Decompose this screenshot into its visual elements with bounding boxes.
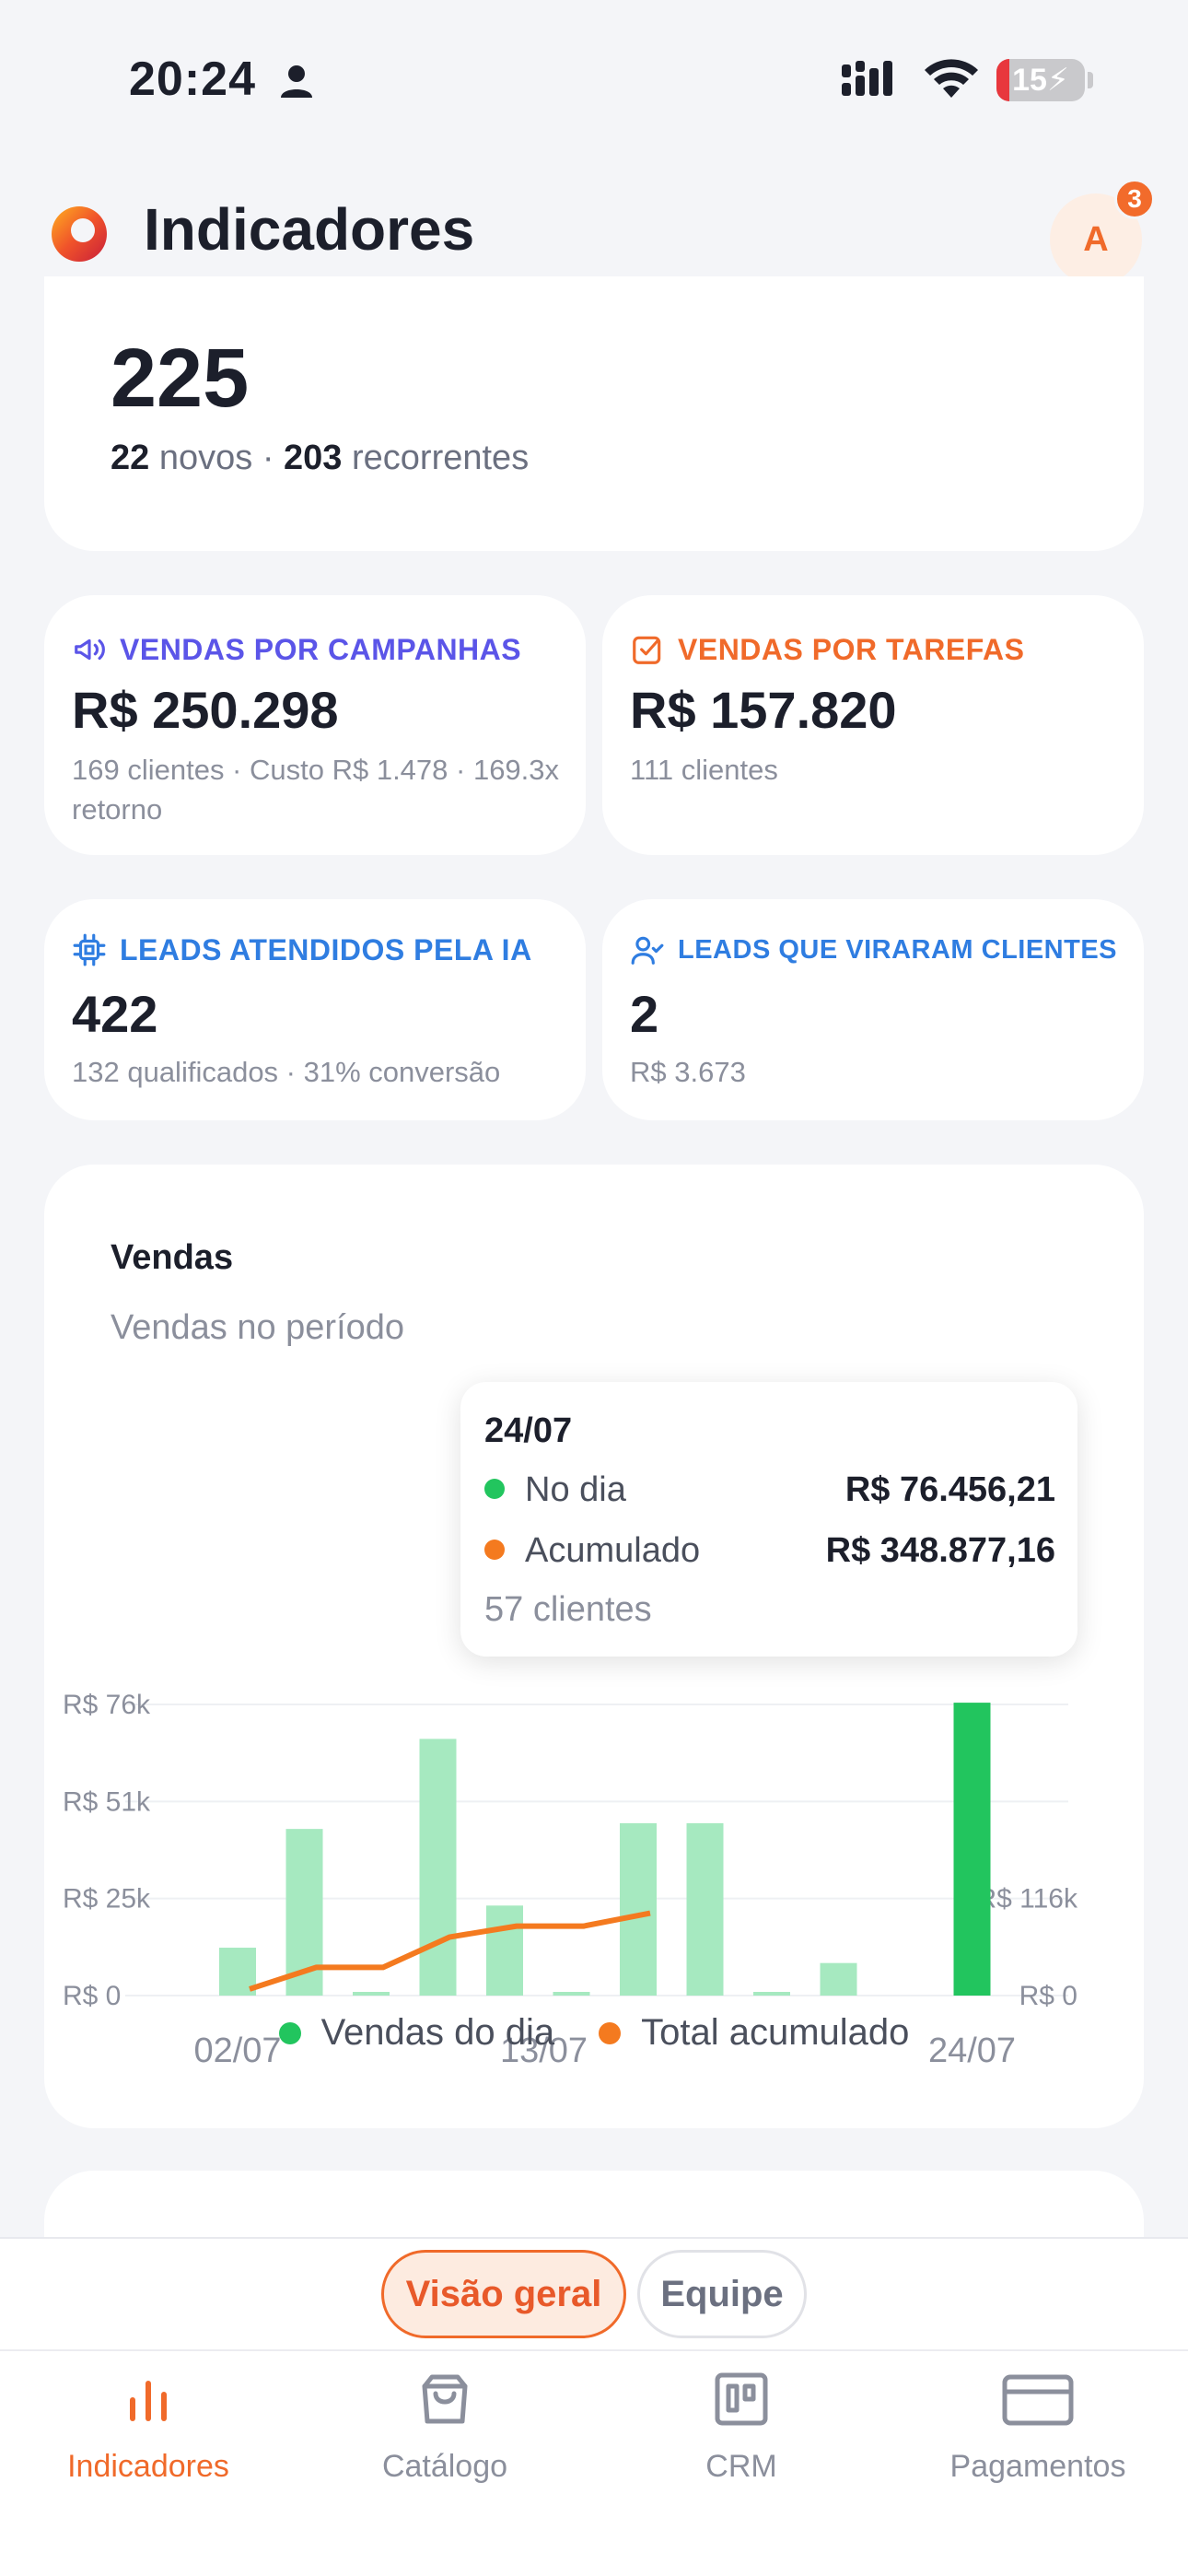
stat-value-tasks: R$ 157.820 <box>630 681 897 739</box>
segment-team[interactable]: Equipe <box>637 2250 807 2338</box>
stat-sub-campaigns: 169 clientes · Custo R$ 1.478 · 169.3x r… <box>72 754 560 825</box>
megaphone-icon <box>75 638 105 661</box>
status-bar: 20:24 15⚡ <box>0 0 1188 157</box>
new-clients-label: novos <box>158 439 253 477</box>
bar <box>820 1962 857 1996</box>
total-clients: 225 <box>111 333 250 425</box>
tooltip-accumulated-value: R$ 348.877,16 <box>825 1531 1055 1570</box>
tooltip-accumulated-row: Acumulado R$ 348.877,16 <box>484 1531 1055 1571</box>
battery-tip <box>1088 72 1093 88</box>
bar <box>553 1992 590 1996</box>
person-icon <box>281 65 312 98</box>
page-title: Indicadores <box>144 196 475 263</box>
tab-crm[interactable]: CRM <box>593 2370 890 2485</box>
stat-card-campaigns[interactable]: VENDAS POR CAMPANHAS R$ 250.298 169 clie… <box>44 595 586 855</box>
bar <box>686 1822 724 1996</box>
sales-chart-card: Vendas Vendas no período R$ 0 R$ 25k R$ 51… <box>44 1165 1144 2128</box>
new-clients-count: 22 <box>111 439 150 477</box>
tooltip-day-dot <box>484 1478 505 1499</box>
tab-catalogo[interactable]: Catálogo <box>297 2370 593 2485</box>
bar <box>353 1992 390 1996</box>
y-left-tick-label: R$ 25k <box>63 1884 151 1914</box>
kanban-icon <box>715 2372 768 2426</box>
stat-value-ai-leads: 422 <box>72 985 158 1043</box>
tooltip-day-value: R$ 76.456,21 <box>844 1470 1055 1509</box>
legend-item-daily[interactable]: Vendas do dia <box>278 2012 554 2054</box>
y-right-tick-label: R$ 116k <box>976 1884 1078 1914</box>
bottom-tab-bar: Indicadores Catálogo CRM Pagamentos <box>0 2349 1188 2576</box>
tooltip-day-row: No dia R$ 76.456,21 <box>484 1470 1055 1510</box>
chart-legend: Vendas do dia Total acumulado <box>44 2012 1144 2054</box>
chip-icon <box>73 933 106 966</box>
battery-level: 15 <box>1012 63 1047 98</box>
segment-overview[interactable]: Visão geral <box>381 2250 626 2338</box>
stat-sub-tasks: 111 clientes <box>630 754 778 786</box>
tab-pagamentos[interactable]: Pagamentos <box>890 2370 1186 2485</box>
app-logo-icon <box>52 206 107 262</box>
bar <box>620 1822 657 1996</box>
chart-tooltip: 24/07 No dia R$ 76.456,21 Acumulado R$ 3… <box>460 1382 1077 1657</box>
y-left-tick-label: R$ 51k <box>63 1786 151 1817</box>
stat-sub-converted-leads: R$ 3.673 <box>630 1056 746 1088</box>
stat-value-converted-leads: 2 <box>630 985 659 1043</box>
battery-indicator: 15⚡ <box>996 59 1085 101</box>
stat-label-campaigns: VENDAS POR CAMPANHAS <box>72 632 521 667</box>
shopping-bag-icon <box>422 2374 468 2424</box>
bar <box>953 1703 991 1996</box>
stat-value-campaigns: R$ 250.298 <box>72 681 339 739</box>
tooltip-clients: 57 clientes <box>484 1590 652 1629</box>
charging-bolt-icon: ⚡ <box>1046 63 1069 98</box>
avatar-initial: A <box>1083 219 1109 259</box>
recurring-clients-count: 203 <box>284 439 343 477</box>
bar-chart-icon <box>130 2381 167 2421</box>
view-segment-bar: Visão geral Equipe <box>0 2237 1188 2349</box>
stat-card-converted-leads[interactable]: LEADS QUE VIRARAM CLIENTES 2 R$ 3.673 <box>602 899 1144 1120</box>
clients-card: 225 22 novos · 203 recorrentes <box>44 276 1144 551</box>
bar <box>419 1739 457 1996</box>
status-time: 20:24 <box>129 53 256 106</box>
bar <box>486 1905 523 1996</box>
y-right-tick-label: R$ 0 <box>1019 1981 1077 2011</box>
checkbox-icon <box>633 636 661 664</box>
recurring-clients-label: recorrentes <box>352 439 530 477</box>
stat-card-tasks[interactable]: VENDAS POR TAREFAS R$ 157.820 111 client… <box>602 595 1144 855</box>
stat-card-ai-leads[interactable]: LEADS ATENDIDOS PELA IA 422 132 qualific… <box>44 899 586 1120</box>
stat-label-ai-leads: LEADS ATENDIDOS PELA IA <box>72 932 532 967</box>
stat-label-converted-leads: LEADS QUE VIRARAM CLIENTES <box>630 932 1117 967</box>
legend-dot-daily <box>278 2021 301 2044</box>
credit-card-icon <box>1002 2374 1074 2426</box>
wifi-icon <box>925 59 978 98</box>
stat-label-tasks: VENDAS POR TAREFAS <box>630 632 1024 667</box>
user-check-icon <box>631 936 664 965</box>
legend-dot-accumulated <box>599 2021 622 2044</box>
clients-breakdown: 22 novos · 203 recorrentes <box>111 439 529 478</box>
stat-sub-ai-leads: 132 qualificados · 31% conversão <box>72 1056 501 1088</box>
notification-badge: 3 <box>1114 179 1155 219</box>
y-left-tick-label: R$ 76k <box>63 1690 151 1720</box>
tooltip-date: 24/07 <box>484 1411 573 1450</box>
bar <box>753 1992 790 1996</box>
tab-indicadores[interactable]: Indicadores <box>0 2370 297 2485</box>
cellular-signal-icon <box>842 61 892 96</box>
legend-item-accumulated[interactable]: Total acumulado <box>599 2012 909 2054</box>
separator: · <box>262 439 274 477</box>
y-left-tick-label: R$ 0 <box>63 1981 121 2011</box>
tooltip-accumulated-dot <box>484 1539 505 1560</box>
